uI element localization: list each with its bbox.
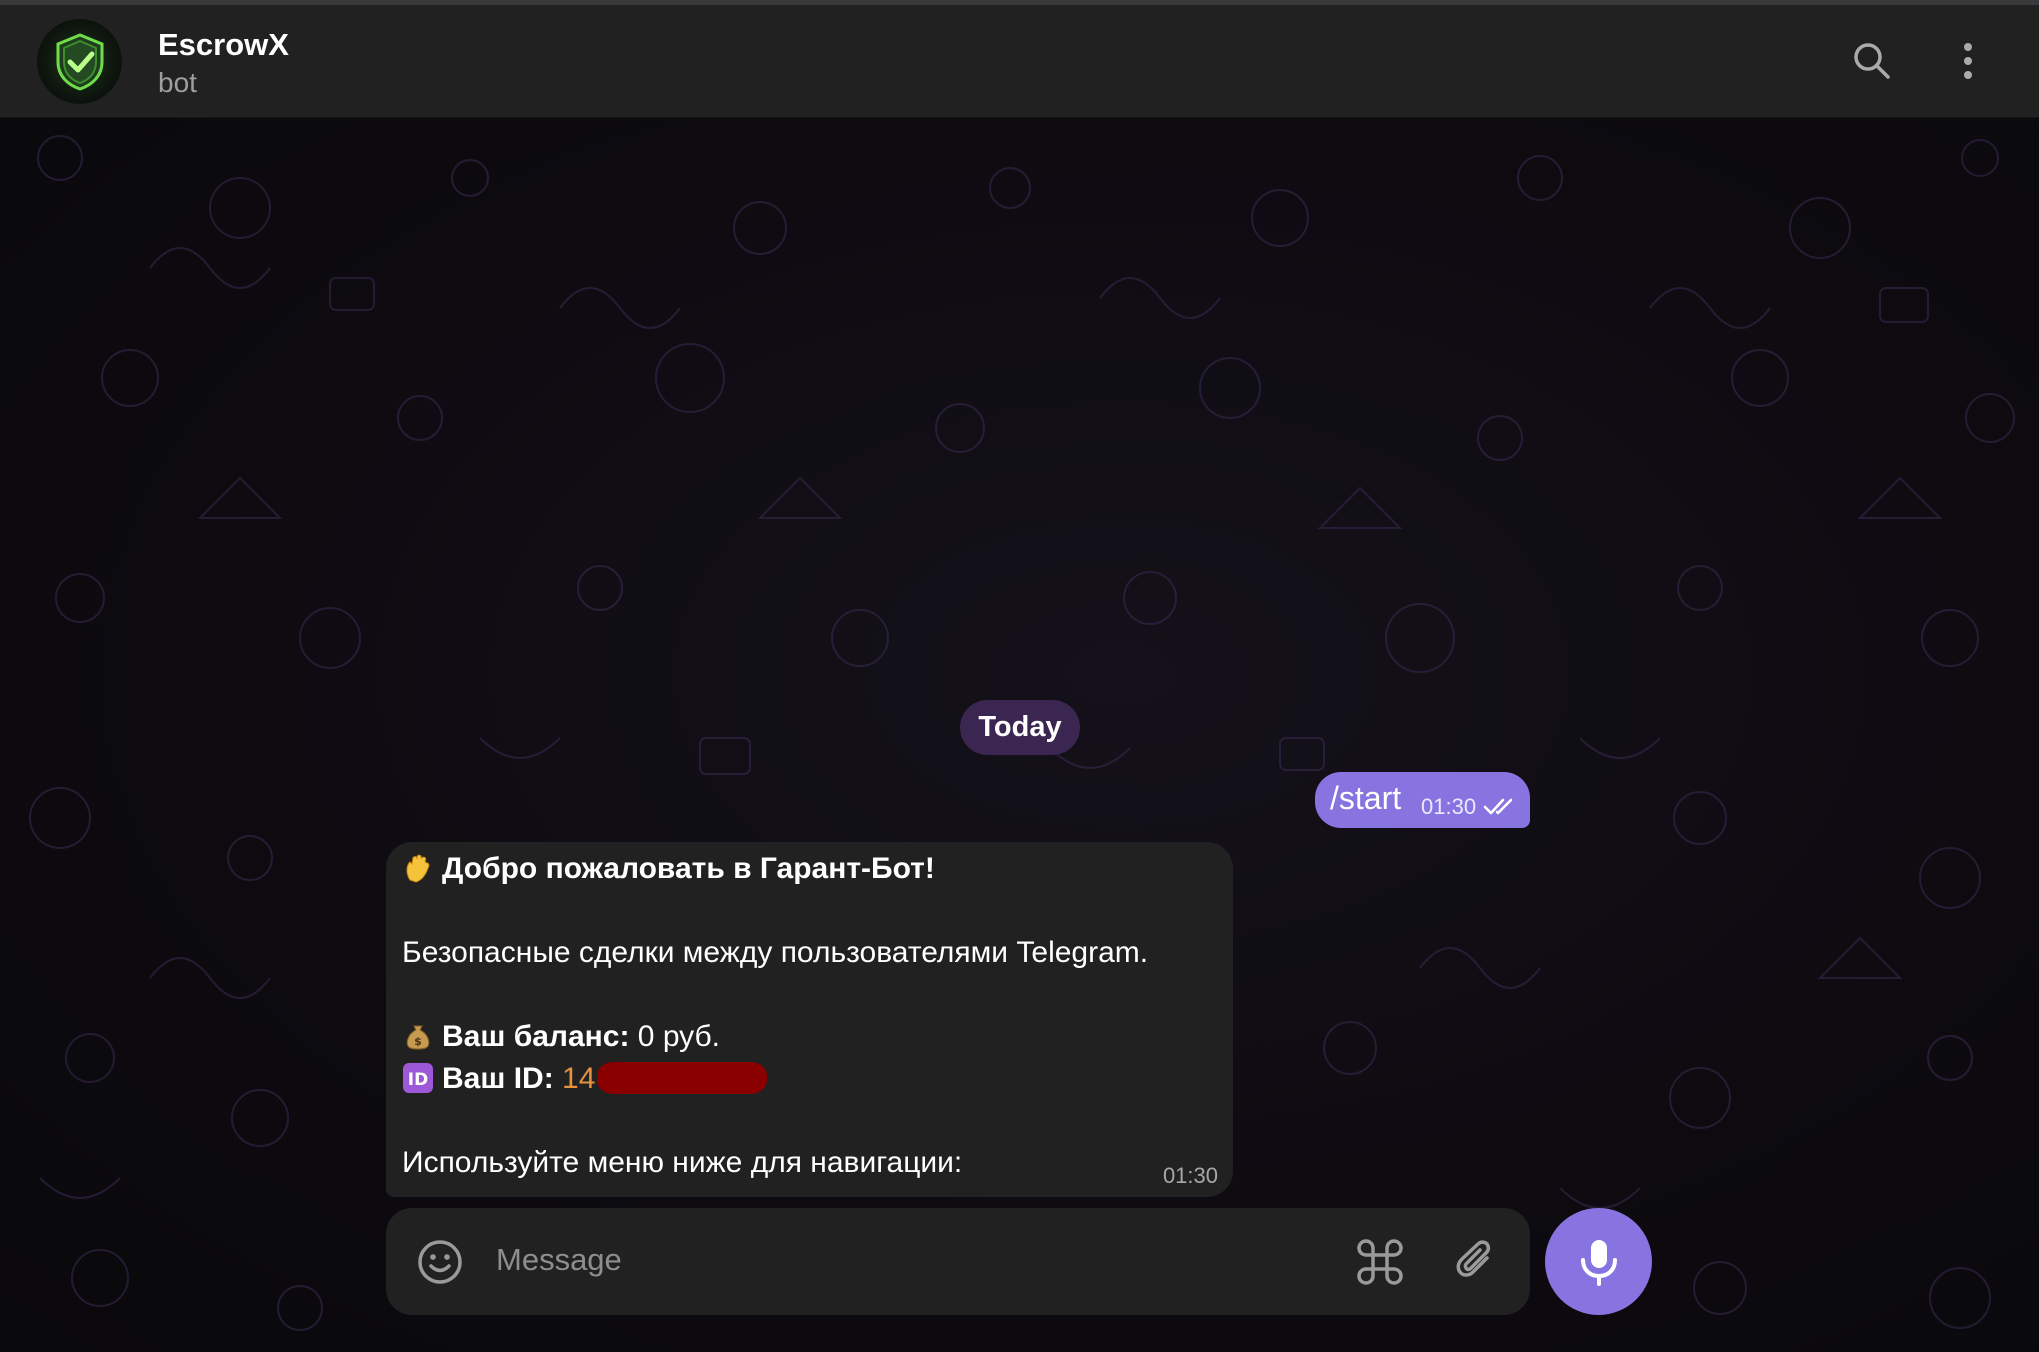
smiley-icon [418,1240,462,1284]
commands-button[interactable] [1352,1234,1408,1290]
chat-title[interactable]: EscrowX [158,27,289,63]
message-composer[interactable]: Message [386,1208,1530,1315]
message-description: Безопасные сделки между пользователями T… [402,936,1149,969]
shield-check-icon [56,32,103,91]
avatar[interactable] [37,19,122,104]
paperclip-icon [1456,1240,1491,1277]
command-icon [1357,1239,1403,1285]
attach-button[interactable] [1449,1234,1505,1290]
more-vertical-icon [1964,43,1972,79]
balance-line: $ Ваш баланс: 0 руб. [402,1020,720,1054]
emoji-button[interactable] [412,1234,468,1290]
balance-label: Ваш баланс: [442,1020,630,1053]
more-button[interactable] [1942,35,1994,87]
waving-hand-icon [402,852,434,884]
redaction-mark [597,1062,768,1094]
telegram-window: EscrowX bot Today /start 01:30 Добро пож… [0,0,2039,1352]
message-time: 01:30 [1162,1163,1218,1188]
id-line: ID Ваш ID: 14 [402,1062,768,1096]
search-icon [1854,43,1890,79]
svg-text:ID: ID [408,1070,428,1090]
message-title-line: Добро пожаловать в Гарант-Бот! [402,852,935,886]
money-bag-icon: $ [402,1020,434,1052]
message-time: 01:30 [1421,794,1477,819]
microphone-icon [1580,1239,1617,1286]
id-label: Ваш ID: [442,1062,554,1095]
id-value[interactable]: 14 [562,1062,595,1095]
voice-record-button[interactable] [1545,1208,1652,1315]
message-input[interactable]: Message [496,1242,622,1278]
double-check-icon [1483,798,1513,815]
message-footer: Используйте меню ниже для навигации: [402,1146,963,1179]
chat-header[interactable]: EscrowX bot [0,5,2039,118]
svg-text:$: $ [414,1035,422,1048]
id-badge-icon: ID [402,1062,434,1094]
outgoing-message[interactable]: /start 01:30 [1315,772,1530,828]
message-text: /start [1330,780,1402,816]
date-chip: Today [960,700,1080,755]
search-button[interactable] [1846,35,1898,87]
balance-value: 0 руб. [637,1020,721,1053]
incoming-message[interactable]: Добро пожаловать в Гарант-Бот! Безопасны… [386,842,1233,1197]
message-title: Добро пожаловать в Гарант-Бот! [442,852,935,885]
chat-subtitle: bot [158,67,197,98]
